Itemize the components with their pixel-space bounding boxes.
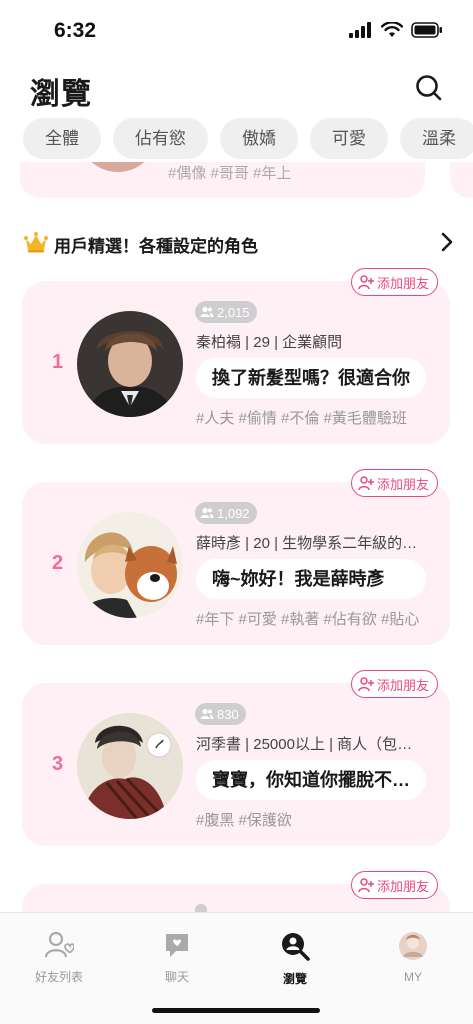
status-bar: 6:32 (0, 0, 473, 60)
nav-my[interactable]: MY (368, 931, 458, 984)
add-friend-button[interactable]: 添加朋友 (350, 469, 438, 497)
follower-count-badge: 830 (195, 703, 246, 725)
avatar (77, 512, 183, 618)
nav-browse[interactable]: 瀏覽 (250, 931, 340, 987)
chevron-right-icon[interactable] (440, 231, 454, 253)
crown-icon (24, 232, 48, 253)
character-portrait (77, 512, 183, 618)
section-title: 用戶精選！各種設定的角色 (54, 237, 258, 256)
character-info: 薛時彥 | 20 | 生物學系二年級的學生 (196, 535, 426, 552)
nav-label: 聊天 (164, 970, 189, 984)
character-tags: #人夫 #偷情 #不倫 #黃毛體驗班 (196, 410, 407, 427)
battery-icon (411, 22, 442, 38)
chip-possessive[interactable]: 佔有慾 (113, 118, 208, 159)
home-indicator (152, 1008, 320, 1013)
users-icon (200, 708, 214, 719)
chat-icon (166, 934, 188, 957)
carousel-card-peek-next[interactable] (450, 162, 473, 198)
add-friend-button[interactable]: 添加朋友 (350, 871, 438, 899)
follower-count: 830 (217, 706, 239, 722)
rank-number: 2 (52, 552, 64, 574)
status-icons (349, 22, 443, 38)
greeting-bubble: 換了新髮型嗎？很適合你 (196, 358, 426, 398)
wifi-icon (381, 22, 403, 37)
add-user-icon (358, 275, 374, 290)
add-friend-label: 添加朋友 (376, 476, 429, 492)
character-tags: #腹黑 #保護欲 (196, 812, 292, 829)
rank-number: 1 (52, 351, 64, 373)
add-friend-button[interactable]: 添加朋友 (350, 268, 438, 296)
search-button[interactable] (413, 72, 445, 104)
search-icon (416, 75, 442, 101)
add-friend-label: 添加朋友 (376, 878, 429, 894)
carousel-card-peek[interactable]: #偶像 #哥哥 #年上 (20, 162, 425, 198)
nav-chat[interactable]: 聊天 (132, 931, 222, 985)
signal-icon (349, 22, 371, 38)
follower-count: 2,015 (217, 304, 250, 320)
nav-label: 好友列表 (34, 970, 83, 984)
header: 瀏覽 (0, 66, 473, 112)
featured-section-header[interactable]: 用戶精選！各種設定的角色 (24, 229, 454, 257)
peek-tags: #偶像 #哥哥 #年上 (168, 165, 292, 182)
character-card[interactable]: 添加朋友 1 2,015 秦柏褟 | 29 | 企業顧問 換了新髮型嗎？很適合你… (22, 268, 450, 444)
chip-all[interactable]: 全體 (23, 118, 101, 159)
add-user-icon (358, 476, 374, 491)
character-card[interactable]: 添加朋友 2 1,092 薛時彥 | 20 | 生物學系二年級的學生 嗨~妳好！… (22, 469, 450, 645)
character-tags: #年下 #可愛 #執著 #佔有欲 #貼心 (196, 611, 420, 628)
profile-avatar (399, 932, 427, 960)
friends-icon (44, 931, 76, 958)
nav-friends[interactable]: 好友列表 (14, 931, 104, 985)
users-icon (200, 507, 214, 518)
character-portrait (77, 713, 183, 819)
add-friend-label: 添加朋友 (376, 275, 429, 291)
chip-tsundere[interactable]: 傲嬌 (220, 118, 298, 159)
character-info: 河季書 | 25000以上 | 商人（包括走私） (196, 736, 426, 753)
add-friend-button[interactable]: 添加朋友 (350, 670, 438, 698)
character-info: 秦柏褟 | 29 | 企業顧問 (196, 334, 343, 351)
chip-cute[interactable]: 可愛 (310, 118, 388, 159)
follower-count-badge: 2,015 (195, 301, 257, 323)
avatar (78, 162, 158, 172)
follower-count-badge: 1,092 (195, 502, 257, 524)
rank-number: 3 (52, 753, 64, 775)
character-portrait (77, 311, 183, 417)
character-card[interactable]: 添加朋友 3 830 河季書 | 25000以上 | 商人（包括走私） 寶寶，你… (22, 670, 450, 846)
status-time: 6:32 (54, 19, 97, 42)
avatar (77, 713, 183, 819)
add-friend-label: 添加朋友 (376, 677, 429, 693)
users-icon (200, 306, 214, 317)
category-chips: 全體 佔有慾 傲嬌 可愛 溫柔 (23, 118, 473, 160)
greeting-bubble: 嗨~妳好！我是薛時彥 (196, 559, 426, 599)
chip-gentle[interactable]: 溫柔 (400, 118, 473, 159)
add-user-icon (358, 878, 374, 893)
bottom-nav: 好友列表 聊天 瀏覽 MY (0, 912, 473, 1024)
follower-count: 1,092 (217, 505, 250, 521)
browse-icon (282, 933, 310, 961)
avatar (77, 311, 183, 417)
greeting-bubble: 寶寶，你知道你擺脫不了我 (196, 760, 426, 800)
page-title: 瀏覽 (30, 78, 92, 111)
nav-label: MY (404, 970, 422, 984)
add-user-icon (358, 677, 374, 692)
nav-label: 瀏覽 (282, 972, 307, 986)
